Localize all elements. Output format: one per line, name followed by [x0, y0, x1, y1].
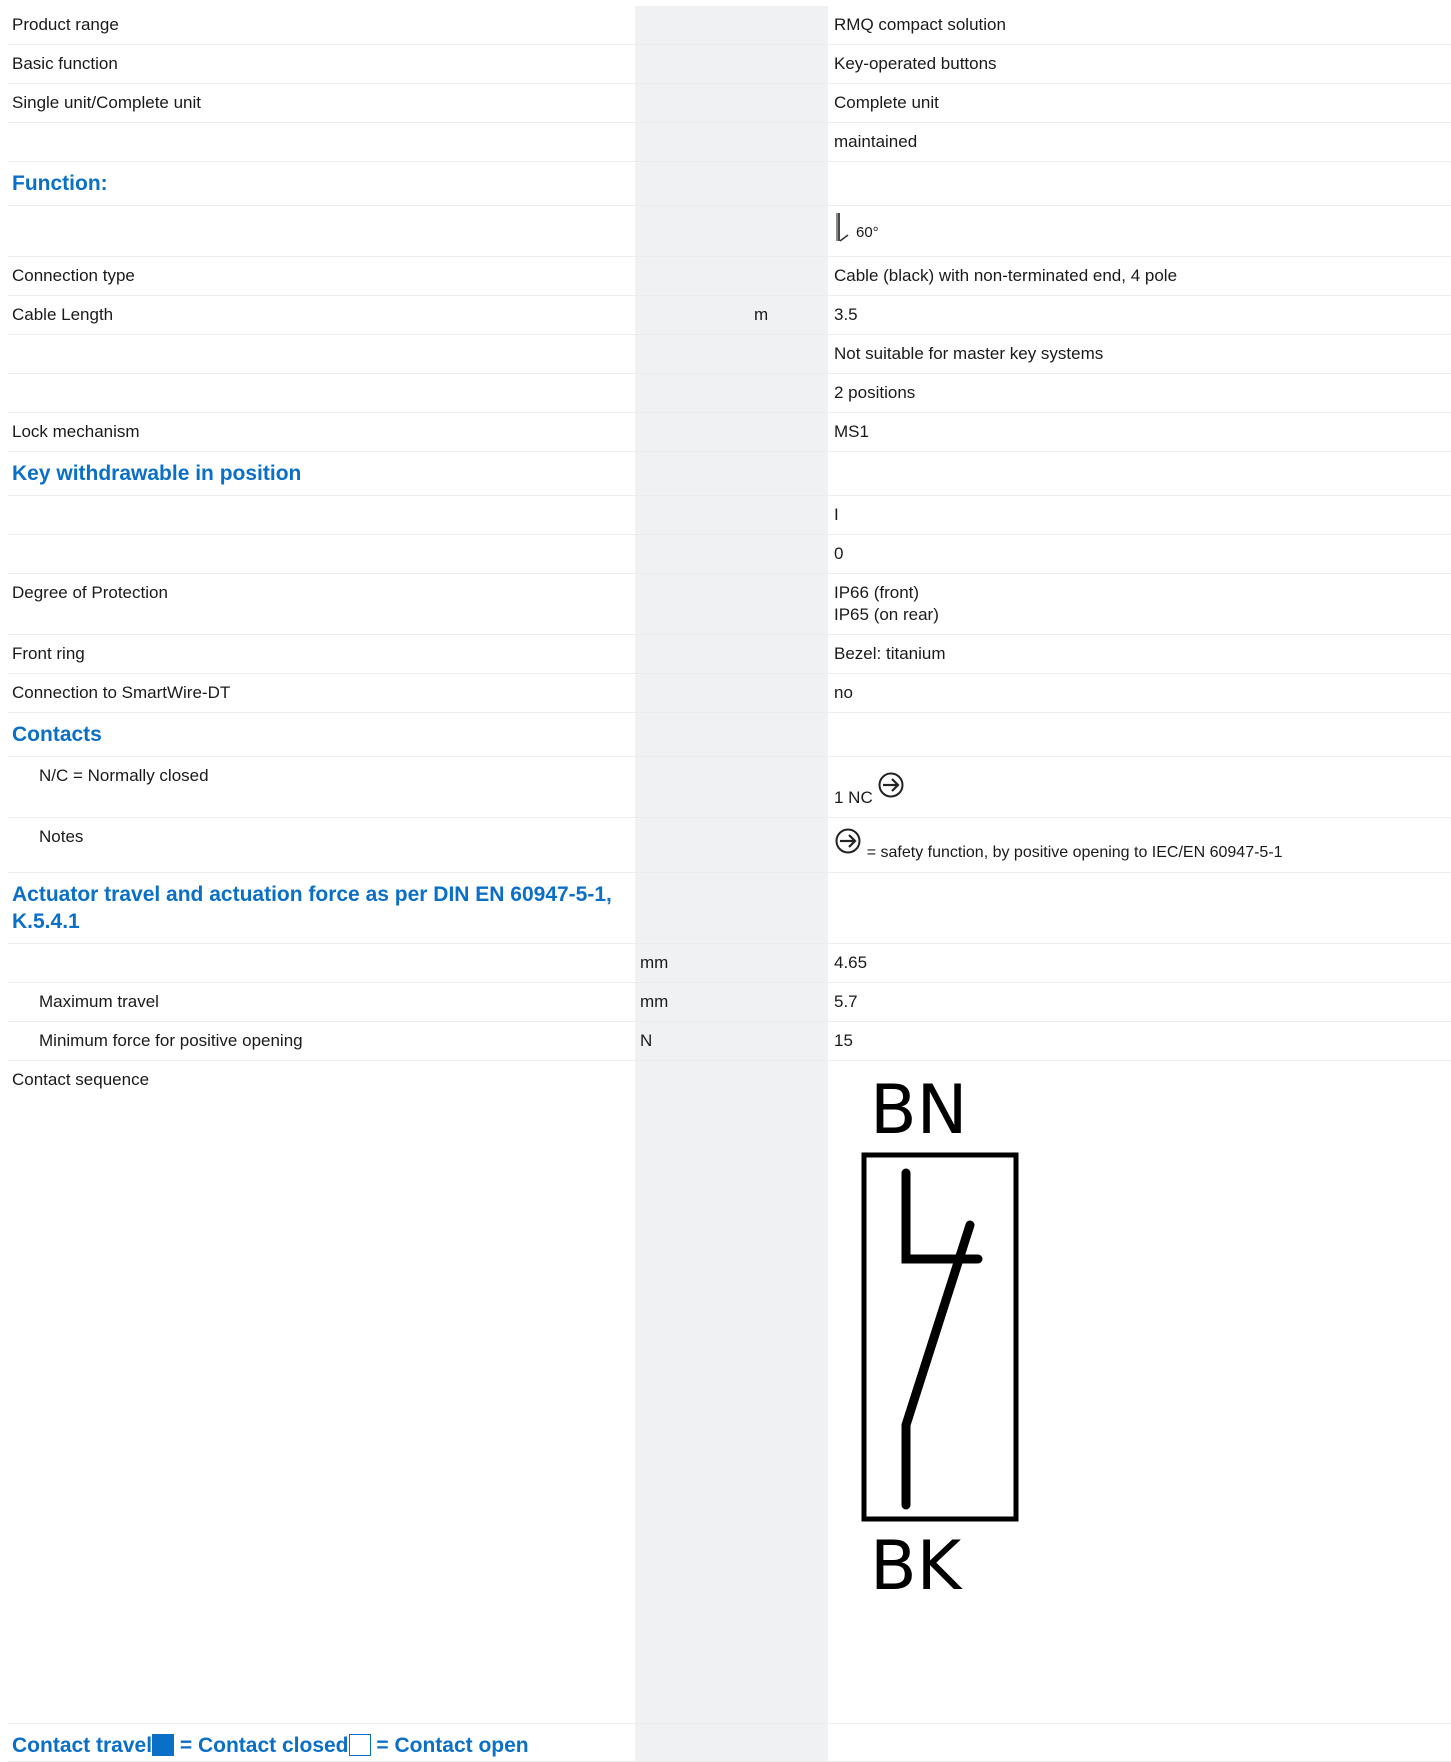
- value-angle: 60°: [828, 206, 1451, 257]
- section-heading-key-withdrawable: Key withdrawable in position: [12, 462, 302, 485]
- label-front-ring: Front ring: [12, 644, 85, 663]
- actuator-heading-line2: K.5.4.1: [12, 910, 80, 933]
- key-angle-icon: [836, 213, 849, 242]
- table-row: Connection to SmartWire-DT no: [8, 673, 1451, 713]
- value-single-complete: Complete unit: [834, 93, 939, 112]
- diagram-label-top: BN: [870, 1073, 968, 1150]
- spec-sheet: Product range RMQ compact solution Basic…: [8, 6, 1451, 1762]
- table-row: mm 4.65: [8, 943, 1451, 983]
- table-row: Actuator travel and actuation force as p…: [8, 872, 1451, 944]
- table-row: Single unit/Complete unit Complete unit: [8, 83, 1451, 123]
- positive-opening-icon: [878, 772, 904, 798]
- table-row: 2 positions: [8, 373, 1451, 413]
- value-master-key: Not suitable for master key systems: [834, 344, 1104, 363]
- unit-min-force: N: [635, 1021, 754, 1061]
- section-heading-function: Function:: [12, 172, 108, 195]
- table-row: 0: [8, 534, 1451, 574]
- table-row: Contact travel = Contact closed = Contac…: [8, 1723, 1451, 1762]
- value-min-force: 15: [834, 1031, 853, 1050]
- value-notes: = safety function, by positive opening t…: [828, 818, 1451, 873]
- table-row: Front ring Bezel: titanium: [8, 634, 1451, 674]
- value-positions: 2 positions: [834, 383, 916, 402]
- value-product-range: RMQ compact solution: [834, 15, 1006, 34]
- label-product-range: Product range: [12, 15, 119, 34]
- angle-value: 60°: [856, 224, 879, 241]
- value-basic-function: Key-operated buttons: [834, 54, 997, 73]
- value-cable-length: 3.5: [834, 305, 858, 324]
- table-row: Contact sequence BN BK: [8, 1060, 1451, 1724]
- contact-sequence-diagram: BN BK: [861, 1073, 1019, 1606]
- diagram-label-bottom: BK: [870, 1527, 964, 1606]
- open-swatch: [348, 1734, 371, 1756]
- label-max-travel: Maximum travel: [39, 992, 159, 1011]
- unit-travel: mm: [635, 943, 754, 983]
- value-smartwire: no: [834, 683, 853, 702]
- table-row: Degree of Protection IP66 (front) IP65 (…: [8, 573, 1451, 635]
- section-heading-contacts: Contacts: [12, 723, 102, 746]
- value-max-travel: 5.7: [834, 992, 858, 1011]
- table-row: Basic function Key-operated buttons: [8, 44, 1451, 84]
- table-row: 60°: [8, 205, 1451, 257]
- table-row: Cable Length m 3.5: [8, 295, 1451, 335]
- legend-contact-closed: = Contact closed: [174, 1734, 349, 1757]
- table-row: Product range RMQ compact solution: [8, 6, 1451, 45]
- label-notes: Notes: [39, 827, 84, 846]
- contact-sequence-diagram-cell: BN BK: [828, 1061, 1451, 1724]
- value-connection-type: Cable (black) with non-terminated end, 4…: [834, 266, 1178, 285]
- value-nc-text: 1 NC: [834, 788, 873, 807]
- value-nc: 1 NC: [828, 757, 1451, 818]
- table-row: Key withdrawable in position: [8, 451, 1451, 496]
- table-row: Not suitable for master key systems: [8, 334, 1451, 374]
- legend-contact-travel: Contact travel: [12, 1734, 153, 1757]
- table-row: Notes = safety function, by positive ope…: [8, 817, 1451, 873]
- label-basic-function: Basic function: [12, 54, 118, 73]
- label-lock-mechanism: Lock mechanism: [12, 422, 140, 441]
- label-nc: N/C = Normally closed: [39, 766, 209, 785]
- unit-max-travel: mm: [635, 982, 754, 1022]
- value-travel: 4.65: [834, 953, 868, 972]
- table-row: Maximum travel mm 5.7: [8, 982, 1451, 1022]
- label-degree-protection: Degree of Protection: [12, 583, 168, 602]
- value-degree-protection-rear: IP65 (on rear): [834, 605, 939, 624]
- table-row: Lock mechanism MS1: [8, 412, 1451, 452]
- section-heading-actuator: Actuator travel and actuation force as p…: [8, 873, 635, 944]
- value-degree-protection: IP66 (front) IP65 (on rear): [828, 574, 1451, 635]
- legend-contact-open: = Contact open: [370, 1734, 529, 1757]
- label-min-force: Minimum force for positive opening: [39, 1031, 303, 1050]
- table-row: N/C = Normally closed 1 NC: [8, 756, 1451, 818]
- spec-table: Product range RMQ compact solution Basic…: [8, 6, 1451, 1762]
- table-row: maintained: [8, 122, 1451, 162]
- unit-cable-length: m: [754, 295, 828, 335]
- value-degree-protection-front: IP66 (front): [834, 583, 920, 602]
- label-single-complete: Single unit/Complete unit: [12, 93, 202, 112]
- legend-row: Contact travel = Contact closed = Contac…: [8, 1724, 635, 1762]
- label-cable-length: Cable Length: [12, 305, 114, 324]
- table-row: I: [8, 495, 1451, 535]
- label-contact-sequence: Contact sequence: [12, 1070, 150, 1089]
- label-connection-type: Connection type: [12, 266, 135, 285]
- value-front-ring: Bezel: titanium: [834, 644, 946, 663]
- table-row: Contacts: [8, 712, 1451, 757]
- table-row: Connection type Cable (black) with non-t…: [8, 256, 1451, 296]
- actuator-heading-line1: Actuator travel and actuation force as p…: [12, 883, 612, 906]
- table-row: Minimum force for positive opening N 15: [8, 1021, 1451, 1061]
- label-smartwire: Connection to SmartWire-DT: [12, 683, 231, 702]
- table-row: Function:: [8, 161, 1451, 206]
- diagram-contact-blade: [901, 1220, 975, 1510]
- value-maintained: maintained: [834, 132, 918, 151]
- positive-opening-icon: [835, 828, 861, 854]
- value-notes-text: = safety function, by positive opening t…: [866, 844, 1283, 861]
- diagram-frame: [861, 1152, 1019, 1522]
- closed-swatch: [152, 1734, 175, 1756]
- value-lock-mechanism: MS1: [834, 422, 869, 441]
- value-position-0: 0: [834, 544, 844, 563]
- value-position-i: I: [834, 505, 839, 524]
